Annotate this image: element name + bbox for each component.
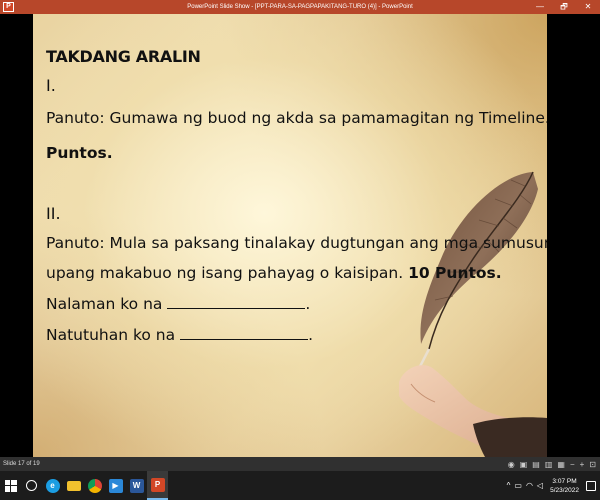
prompt-natutuhan: Natutuhan ko na . bbox=[46, 326, 313, 344]
section1-label: Panuto: bbox=[46, 109, 110, 127]
prompt-nalaman-end: . bbox=[305, 295, 311, 313]
slide-sorter-icon[interactable]: ▤ bbox=[532, 460, 540, 469]
window-controls: — 🗗 ✕ bbox=[528, 0, 600, 14]
search-icon bbox=[26, 480, 37, 491]
show-hidden-icons-icon[interactable]: ^ bbox=[507, 481, 511, 490]
slideshow-status-bar: Slide 17 of 19 ◉ ▣ ▤ ▥ ▦ − + ⊡ bbox=[0, 457, 600, 471]
powerpoint-icon: P bbox=[150, 477, 165, 492]
windows-logo-icon bbox=[4, 479, 17, 492]
prompt-natutuhan-text: Natutuhan ko na bbox=[46, 326, 181, 344]
prompt-nalaman: Nalaman ko na . bbox=[46, 295, 310, 313]
section2-text-1: Mula sa paksang tinalakay dugtungan ang … bbox=[109, 234, 547, 252]
taskbar-chrome[interactable] bbox=[84, 471, 105, 500]
taskbar-file-explorer[interactable] bbox=[63, 471, 84, 500]
notification-icon[interactable] bbox=[586, 480, 596, 491]
slide-heading: TAKDANG ARALIN bbox=[46, 47, 201, 66]
taskbar-media-player[interactable]: ▶ bbox=[105, 471, 126, 500]
prompt-natutuhan-end: . bbox=[308, 326, 313, 344]
close-button[interactable]: ✕ bbox=[576, 0, 600, 14]
section1-numeral: I. bbox=[46, 76, 56, 95]
status-controls: ◉ ▣ ▤ ▥ ▦ − + ⊡ bbox=[508, 457, 596, 471]
answer-blank-1 bbox=[167, 295, 306, 309]
taskbar-word[interactable]: W bbox=[126, 471, 147, 500]
fit-slide-icon[interactable]: ⊡ bbox=[589, 460, 596, 469]
edge-icon: e bbox=[45, 478, 60, 493]
clock-date: 5/23/2022 bbox=[550, 486, 579, 494]
window-title-bar: P PowerPoint Slide Show - [PPT-PARA-SA-P… bbox=[0, 0, 600, 14]
start-button[interactable] bbox=[0, 471, 21, 500]
reading-view-icon[interactable]: ▥ bbox=[545, 460, 553, 469]
section1-points-label: Puntos. bbox=[46, 144, 113, 162]
answer-blank-2 bbox=[180, 326, 309, 340]
slideshow-area: TAKDANG ARALIN I. Panuto: Gumawa ng buod… bbox=[0, 14, 600, 457]
battery-icon[interactable]: ▭ bbox=[514, 481, 522, 490]
window-title: PowerPoint Slide Show - [PPT-PARA-SA-PAG… bbox=[187, 4, 413, 10]
restore-button[interactable]: 🗗 bbox=[552, 0, 576, 14]
section2-points: 10 Puntos. bbox=[408, 264, 502, 282]
chrome-icon bbox=[87, 478, 102, 493]
powerpoint-app-icon: P bbox=[3, 2, 14, 12]
section2-text-2: upang makabuo ng isang pahayag o kaisipa… bbox=[46, 264, 409, 282]
taskbar-search[interactable] bbox=[21, 471, 42, 500]
section2-instruction-line1: Panuto: Mula sa paksang tinalakay dugtun… bbox=[46, 234, 547, 252]
section1-instruction: Panuto: Gumawa ng buod ng akda sa pamama… bbox=[46, 109, 547, 127]
slide[interactable]: TAKDANG ARALIN I. Panuto: Gumawa ng buod… bbox=[33, 14, 547, 457]
previous-icon[interactable]: ◉ bbox=[508, 460, 515, 469]
windows-taskbar: e ▶ W P ^ ▭ ◠ ◁ 3:07 PM 5/23/2022 bbox=[0, 471, 600, 500]
media-player-icon: ▶ bbox=[108, 478, 123, 493]
taskbar-powerpoint[interactable]: P bbox=[147, 471, 168, 500]
section1-text: Gumawa ng buod ng akda sa pamamagitan ng… bbox=[109, 109, 547, 127]
system-tray: ^ ▭ ◠ ◁ 3:07 PM 5/23/2022 bbox=[507, 471, 600, 500]
folder-icon bbox=[66, 480, 81, 491]
zoom-in-icon[interactable]: + bbox=[580, 460, 585, 469]
minimize-button[interactable]: — bbox=[528, 0, 552, 14]
section2-numeral: II. bbox=[46, 204, 61, 223]
section2-label: Panuto: bbox=[46, 234, 110, 252]
taskbar-edge[interactable]: e bbox=[42, 471, 63, 500]
volume-icon[interactable]: ◁ bbox=[537, 481, 543, 490]
slide-counter: Slide 17 of 19 bbox=[3, 461, 40, 467]
normal-view-icon[interactable]: ▣ bbox=[520, 460, 528, 469]
zoom-out-icon[interactable]: − bbox=[570, 460, 575, 469]
wifi-icon[interactable]: ◠ bbox=[526, 481, 533, 490]
section2-instruction-line2: upang makabuo ng isang pahayag o kaisipa… bbox=[46, 264, 502, 282]
word-icon: W bbox=[129, 478, 144, 493]
clock[interactable]: 3:07 PM 5/23/2022 bbox=[550, 477, 579, 495]
slideshow-icon[interactable]: ▦ bbox=[557, 460, 565, 469]
prompt-nalaman-text: Nalaman ko na bbox=[46, 295, 168, 313]
clock-time: 3:07 PM bbox=[552, 477, 577, 485]
